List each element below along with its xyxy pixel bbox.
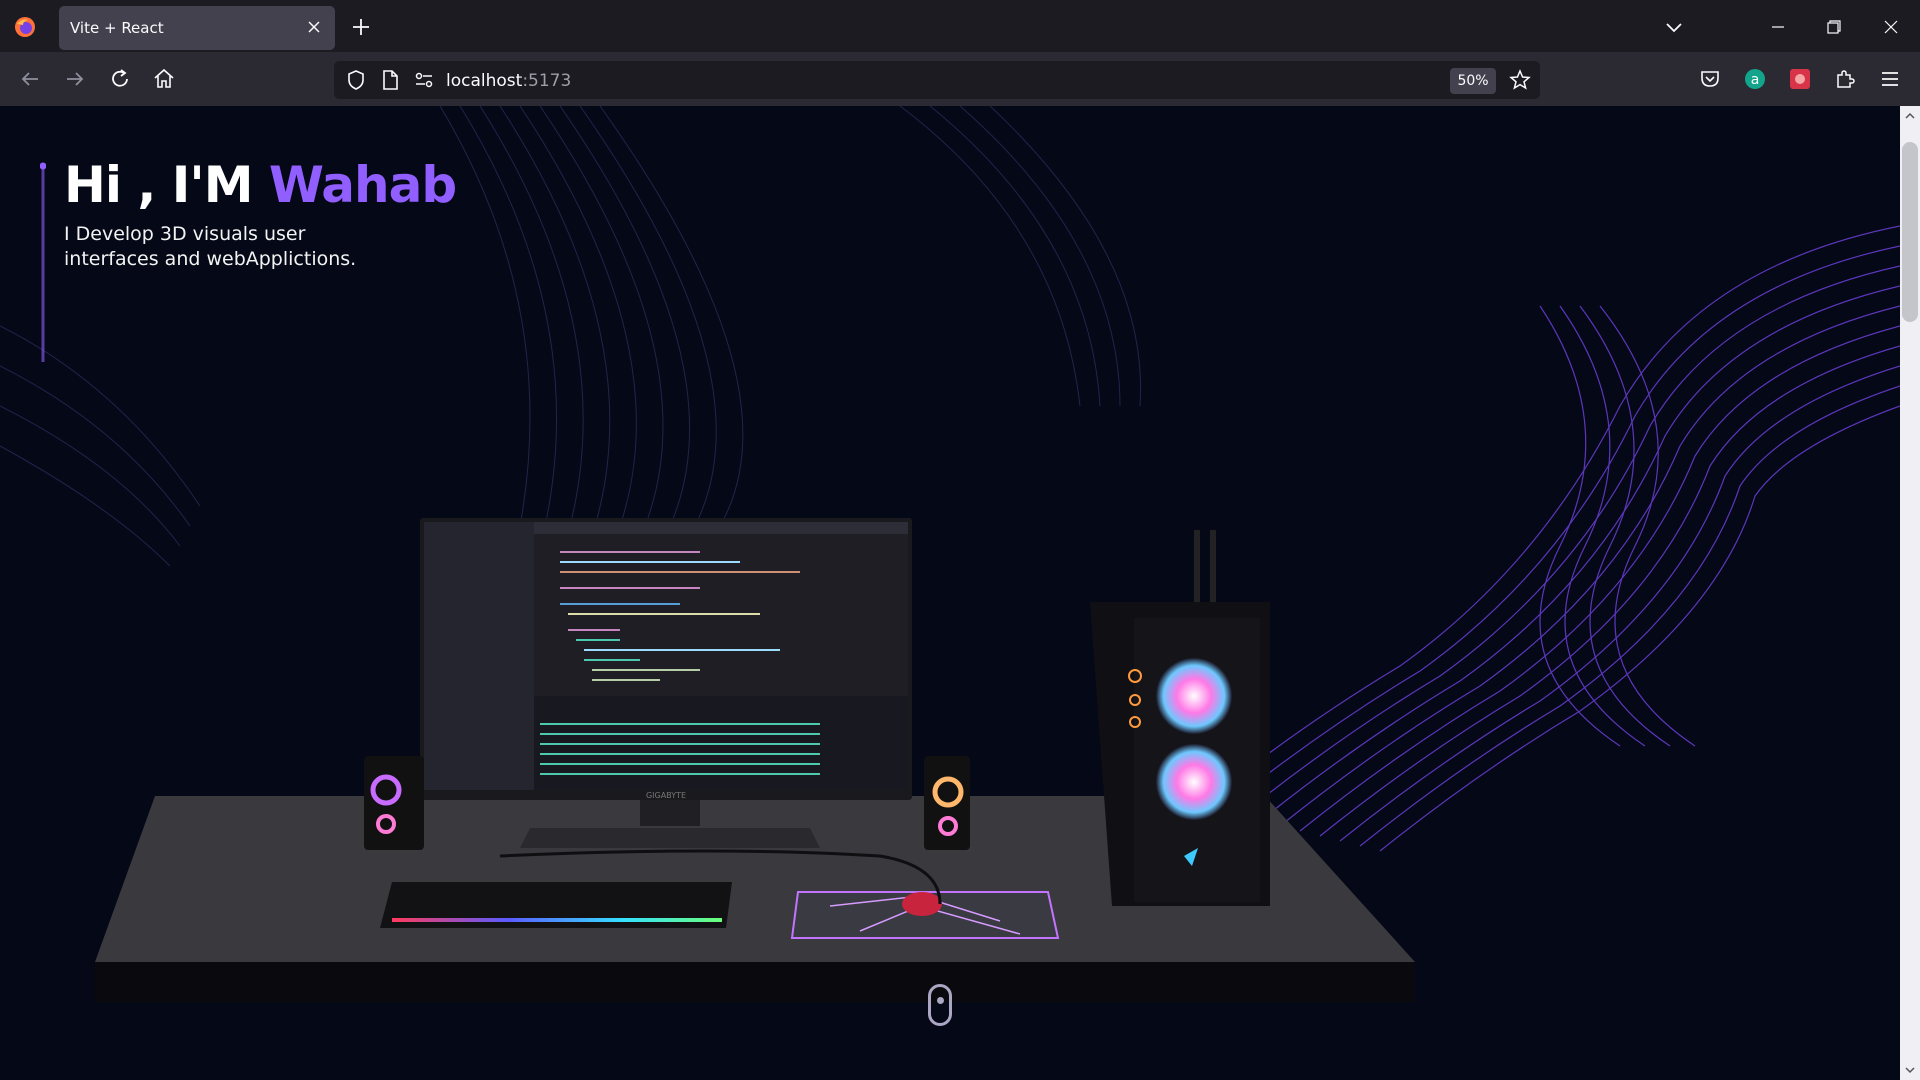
- chevron-down-icon[interactable]: [1663, 16, 1685, 38]
- navigation-toolbar: localhost:5173 50% a: [0, 52, 1920, 106]
- speaker-right: [924, 756, 970, 850]
- address-bar[interactable]: localhost:5173 50%: [334, 61, 1540, 99]
- case-fan-top: [1156, 658, 1232, 734]
- keyboard: [380, 882, 732, 928]
- close-window-icon[interactable]: [1878, 14, 1904, 40]
- page-icon[interactable]: [378, 68, 402, 92]
- url-text[interactable]: localhost:5173: [446, 71, 571, 91]
- pocket-icon[interactable]: [1698, 67, 1722, 91]
- firefox-logo-icon: [15, 17, 35, 37]
- case-fan-bottom: [1156, 744, 1232, 820]
- 3d-desk-scene[interactable]: GIGABYTE: [0, 106, 1900, 1080]
- scroll-up-arrow-icon[interactable]: [1904, 110, 1916, 122]
- vertical-scrollbar[interactable]: [1900, 106, 1920, 1080]
- restore-icon[interactable]: [1821, 14, 1847, 40]
- scroll-down-indicator[interactable]: [928, 984, 952, 1026]
- monitor: GIGABYTE: [420, 518, 912, 848]
- extensions-puzzle-icon[interactable]: [1833, 67, 1857, 91]
- tab-strip: Vite + React: [0, 0, 1920, 52]
- mouse: [902, 892, 942, 916]
- new-tab-icon[interactable]: [350, 16, 372, 38]
- svg-text:a: a: [1751, 72, 1760, 88]
- extension-red-icon[interactable]: [1788, 67, 1812, 91]
- url-host: localhost: [446, 71, 523, 91]
- menu-hamburger-icon[interactable]: [1878, 67, 1902, 91]
- desk-edge: [95, 962, 1415, 1002]
- zoom-level-badge[interactable]: 50%: [1450, 68, 1496, 94]
- url-port: :5173: [522, 71, 572, 91]
- scroll-down-arrow-icon[interactable]: [1904, 1064, 1916, 1076]
- browser-window: Vite + React localhost:5173 50% a Hi , I…: [0, 0, 1920, 1080]
- scroll-indicator-dot: [937, 997, 944, 1004]
- scrollbar-thumb[interactable]: [1902, 142, 1918, 322]
- back-arrow-icon[interactable]: [18, 67, 42, 91]
- tab-active[interactable]: Vite + React: [59, 6, 335, 50]
- forward-arrow-icon[interactable]: [63, 67, 87, 91]
- speaker-left: [364, 756, 424, 850]
- extension-a-icon[interactable]: a: [1743, 67, 1767, 91]
- shield-icon[interactable]: [344, 68, 368, 92]
- bookmark-star-icon[interactable]: [1508, 68, 1532, 92]
- close-tab-icon[interactable]: [305, 18, 323, 36]
- page-viewport: Hi , I'M Wahab I Develop 3D visuals user…: [0, 106, 1900, 1080]
- permissions-icon[interactable]: [412, 68, 436, 92]
- pc-case: [1090, 530, 1270, 906]
- monitor-brand-label: GIGABYTE: [646, 791, 686, 800]
- minimize-icon[interactable]: [1765, 14, 1791, 40]
- home-icon[interactable]: [152, 67, 176, 91]
- code-editor-sidebar: [424, 522, 534, 790]
- tab-title: Vite + React: [70, 19, 164, 37]
- reload-icon[interactable]: [108, 67, 132, 91]
